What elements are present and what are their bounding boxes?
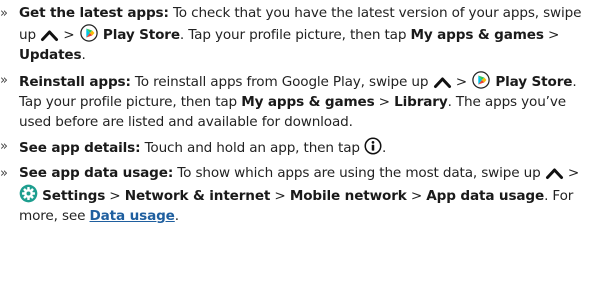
list-item-get-latest-apps: » Get the latest apps: To check that you… <box>0 5 582 63</box>
item-term: Get the latest apps: <box>19 5 169 21</box>
item-term: Reinstall apps: <box>19 73 131 90</box>
settings-gear-icon <box>19 184 38 203</box>
play-store-icon <box>79 24 99 42</box>
bullet-marker: » <box>0 139 8 155</box>
item-text: To reinstall apps from Google Play, swip… <box>130 73 433 90</box>
item-text: Touch and hold an app, then tap <box>140 140 365 157</box>
list-item-see-app-data-usage: » See app data usage: To show which apps… <box>0 165 580 225</box>
list-item-see-app-details: » See app details: Touch and hold an app… <box>0 137 387 157</box>
chevron-up-icon <box>40 28 59 42</box>
help-page: » Get the latest apps: To check that you… <box>0 0 601 286</box>
item-text: To show which apps are using the most da… <box>173 165 545 182</box>
play-store-icon <box>471 70 491 89</box>
item-term: See app data usage: <box>19 165 174 182</box>
item-term: See app details: <box>19 140 141 157</box>
chevron-up-icon <box>545 166 564 180</box>
data-usage-link[interactable]: Data usage <box>90 208 175 224</box>
info-icon <box>364 137 382 155</box>
bullet-marker: » <box>0 72 8 88</box>
list-item-reinstall-apps: » Reinstall apps: To reinstall apps from… <box>0 70 577 130</box>
bullet-marker: » <box>0 6 8 21</box>
bullet-marker: » <box>0 166 8 182</box>
chevron-up-icon <box>433 75 452 89</box>
